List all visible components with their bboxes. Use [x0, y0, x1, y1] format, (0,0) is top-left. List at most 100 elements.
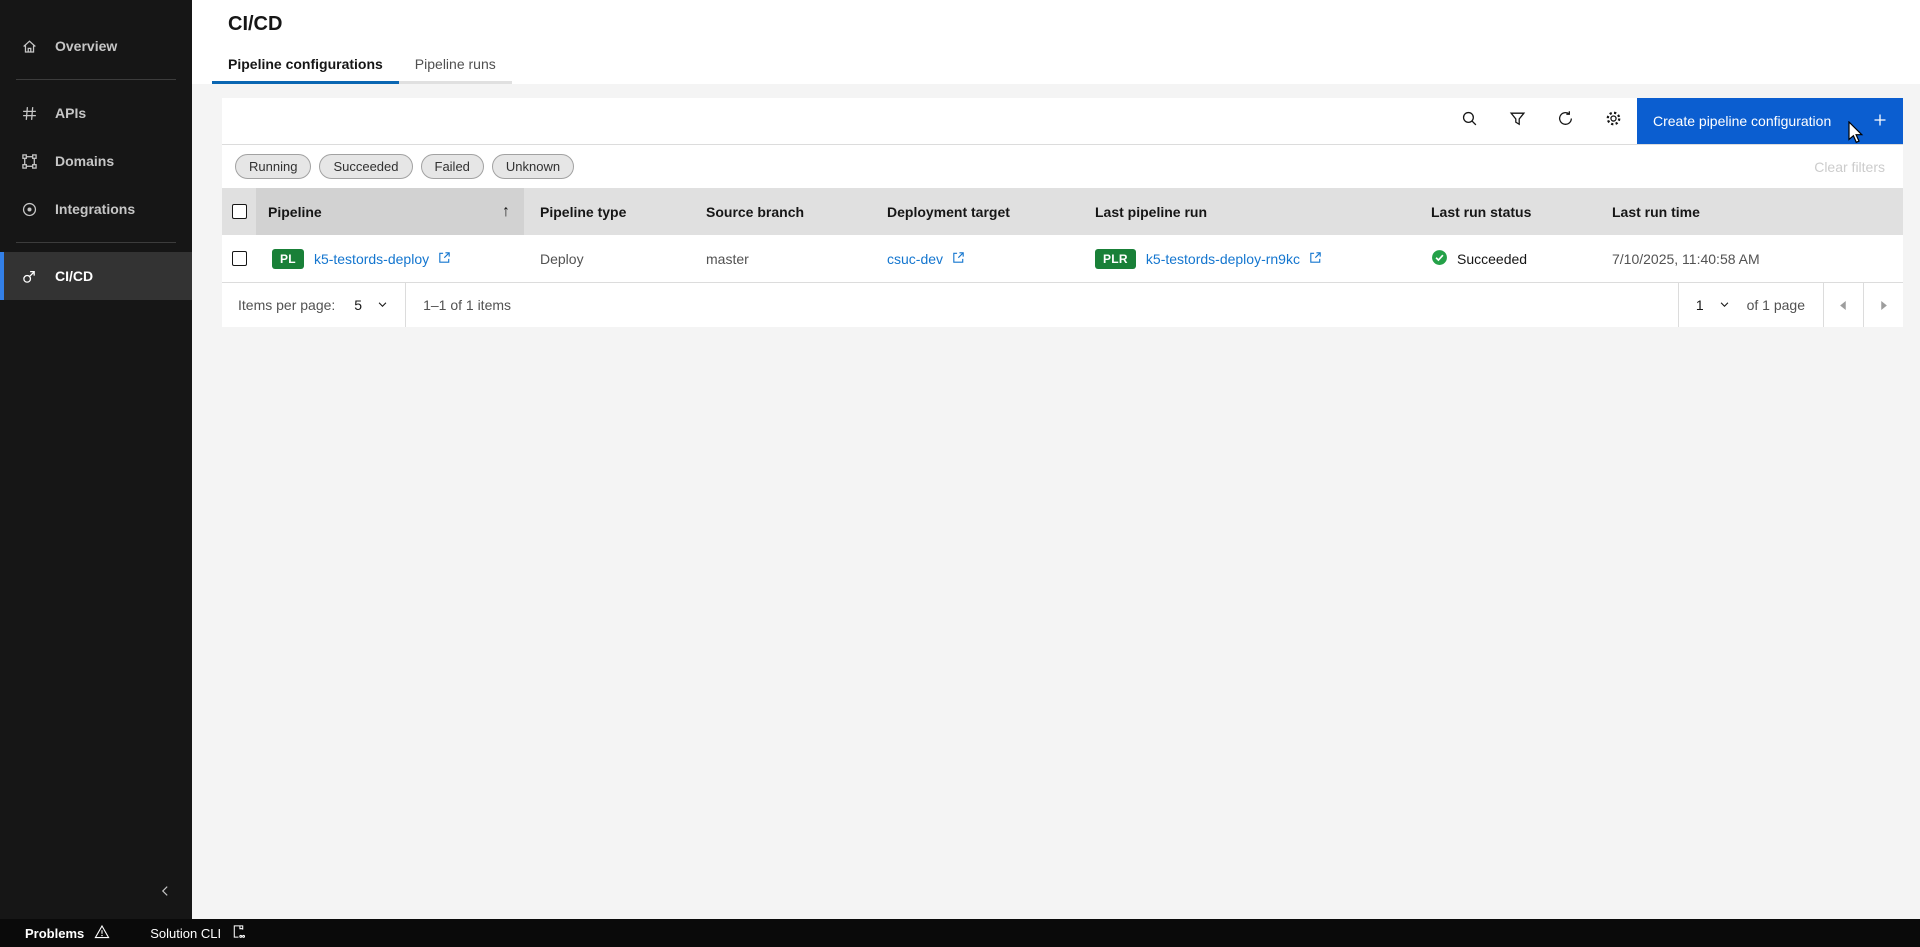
pipeline-badge: PL: [272, 248, 304, 269]
column-header-source-branch[interactable]: Source branch: [690, 188, 871, 235]
external-link-icon: [437, 250, 452, 268]
column-header-pipeline-type[interactable]: Pipeline type: [524, 188, 690, 235]
page-number-value: 1: [1695, 297, 1704, 313]
pipeline-run-link-label: k5-testords-deploy-rn9kc: [1145, 250, 1300, 267]
problems-label: Problems: [25, 925, 85, 941]
chevron-down-icon: [377, 297, 388, 313]
home-icon: [21, 38, 38, 55]
pagination-left: Items per page: 5 1–1 of 1 items: [222, 283, 511, 327]
clear-filters-button[interactable]: Clear filters: [1814, 159, 1887, 175]
content-row: Overview APIs Domains Integrations CI/CD…: [0, 0, 1920, 919]
page-size-select[interactable]: 5: [337, 283, 405, 327]
pipeline-type-cell: Deploy: [524, 235, 690, 282]
status-bar: Problems Solution CLI: [0, 919, 1920, 947]
refresh-icon: [1557, 110, 1574, 132]
sidebar-item-integrations[interactable]: Integrations: [0, 185, 192, 233]
column-header-last-run-status[interactable]: Last run status: [1415, 188, 1596, 235]
sidebar-item-cicd[interactable]: CI/CD: [0, 252, 192, 300]
sidebar-collapse-button[interactable]: [151, 879, 179, 907]
pagination-right: 1 of 1 page: [1677, 283, 1903, 327]
select-all-checkbox[interactable]: [231, 204, 247, 219]
table-row: PL k5-testords-deploy Deploy master csuc…: [222, 235, 1903, 282]
column-header-deployment-target[interactable]: Deployment target: [871, 188, 1079, 235]
caret-right-icon: [1879, 297, 1888, 313]
column-header-pipeline[interactable]: Pipeline ↑: [256, 188, 524, 235]
sidebar: Overview APIs Domains Integrations CI/CD: [0, 0, 192, 919]
source-branch-cell: master: [690, 235, 871, 282]
chevron-left-icon: [158, 884, 172, 903]
column-header-label: Pipeline: [268, 203, 322, 220]
external-link-icon: [1308, 250, 1323, 268]
last-run-status: Succeeded: [1431, 249, 1596, 269]
sidebar-item-domains[interactable]: Domains: [0, 137, 192, 185]
deployment-target-label: csuc-dev: [887, 250, 944, 267]
refresh-button[interactable]: [1541, 98, 1589, 144]
filter-tag-failed[interactable]: Failed: [420, 154, 484, 179]
settings-icon: [1605, 110, 1622, 132]
table-toolbar: Create pipeline configuration: [222, 98, 1903, 145]
pipeline-table-card: Create pipeline configuration Running Su…: [222, 98, 1903, 327]
filter-tag-succeeded[interactable]: Succeeded: [319, 154, 413, 179]
search-icon: [1461, 110, 1478, 132]
cicd-icon: [21, 268, 38, 285]
settings-button[interactable]: [1589, 98, 1637, 144]
filter-tag-running[interactable]: Running: [235, 154, 312, 179]
pipeline-run-link[interactable]: k5-testords-deploy-rn9kc: [1146, 250, 1323, 268]
page-title: CI/CD: [228, 13, 283, 35]
pipeline-run-badge: PLR: [1095, 248, 1136, 269]
search-button[interactable]: [1445, 98, 1493, 144]
script-file-icon: [231, 924, 246, 942]
page-header: CI/CD Pipeline configurations Pipeline r…: [192, 0, 1920, 84]
create-pipeline-configuration-button[interactable]: Create pipeline configuration: [1637, 98, 1903, 144]
page-size-value: 5: [354, 297, 363, 313]
sidebar-divider: [16, 79, 176, 80]
sidebar-nav: Overview APIs Domains Integrations CI/CD: [0, 0, 192, 300]
sort-ascending-icon: ↑: [502, 202, 510, 220]
row-checkbox[interactable]: [231, 251, 247, 266]
next-page-button[interactable]: [1863, 283, 1903, 327]
problems-item[interactable]: Problems: [25, 924, 110, 943]
column-header-last-pipeline-run[interactable]: Last pipeline run: [1079, 188, 1415, 235]
pipeline-table: Pipeline ↑ Pipeline type Source branch D…: [222, 188, 1903, 282]
filter-icon: [1509, 110, 1526, 132]
deployment-target-link[interactable]: csuc-dev: [887, 250, 966, 268]
tab-pipeline-runs[interactable]: Pipeline runs: [398, 48, 512, 84]
sidebar-item-label: Overview: [55, 38, 118, 54]
filter-tags-row: Running Succeeded Failed Unknown Clear f…: [222, 145, 1903, 188]
solution-cli-label: Solution CLI: [150, 925, 222, 941]
app-window: Overview APIs Domains Integrations CI/CD…: [0, 0, 1920, 947]
main-content: CI/CD Pipeline configurations Pipeline r…: [192, 0, 1920, 919]
external-link-icon: [951, 250, 966, 268]
previous-page-button[interactable]: [1823, 283, 1863, 327]
pagination-range: 1–1 of 1 items: [423, 297, 512, 313]
domains-icon: [21, 153, 38, 170]
page-count-label: of 1 page: [1746, 297, 1805, 313]
tabs: Pipeline configurations Pipeline runs: [192, 48, 1920, 84]
plus-icon: [1872, 112, 1888, 131]
column-header-last-run-time[interactable]: Last run time: [1596, 188, 1903, 235]
pagination-bar: Items per page: 5 1–1 of 1 items 1 of 1 …: [222, 282, 1903, 327]
api-icon: [21, 105, 38, 122]
table-header-row: Pipeline ↑ Pipeline type Source branch D…: [222, 188, 1903, 235]
sidebar-item-label: Domains: [55, 153, 115, 169]
sidebar-item-label: CI/CD: [55, 268, 94, 284]
tab-pipeline-configurations[interactable]: Pipeline configurations: [212, 48, 399, 84]
pipeline-link[interactable]: k5-testords-deploy: [314, 250, 452, 268]
sidebar-item-label: APIs: [55, 105, 87, 121]
create-button-label: Create pipeline configuration: [1653, 113, 1832, 129]
warning-icon: [94, 924, 110, 943]
sidebar-divider: [16, 242, 176, 243]
filter-tag-unknown[interactable]: Unknown: [491, 154, 575, 179]
integrations-icon: [21, 201, 38, 218]
sidebar-item-overview[interactable]: Overview: [0, 22, 192, 70]
sidebar-item-label: Integrations: [55, 201, 136, 217]
items-per-page-label: Items per page:: [238, 297, 336, 313]
caret-left-icon: [1839, 297, 1848, 313]
pipeline-link-label: k5-testords-deploy: [313, 250, 430, 267]
page-number-select[interactable]: 1: [1679, 283, 1747, 327]
chevron-down-icon: [1719, 297, 1730, 313]
filter-button[interactable]: [1493, 98, 1541, 144]
solution-cli-item[interactable]: Solution CLI: [150, 924, 246, 942]
sidebar-item-apis[interactable]: APIs: [0, 89, 192, 137]
status-label: Succeeded: [1457, 250, 1528, 267]
